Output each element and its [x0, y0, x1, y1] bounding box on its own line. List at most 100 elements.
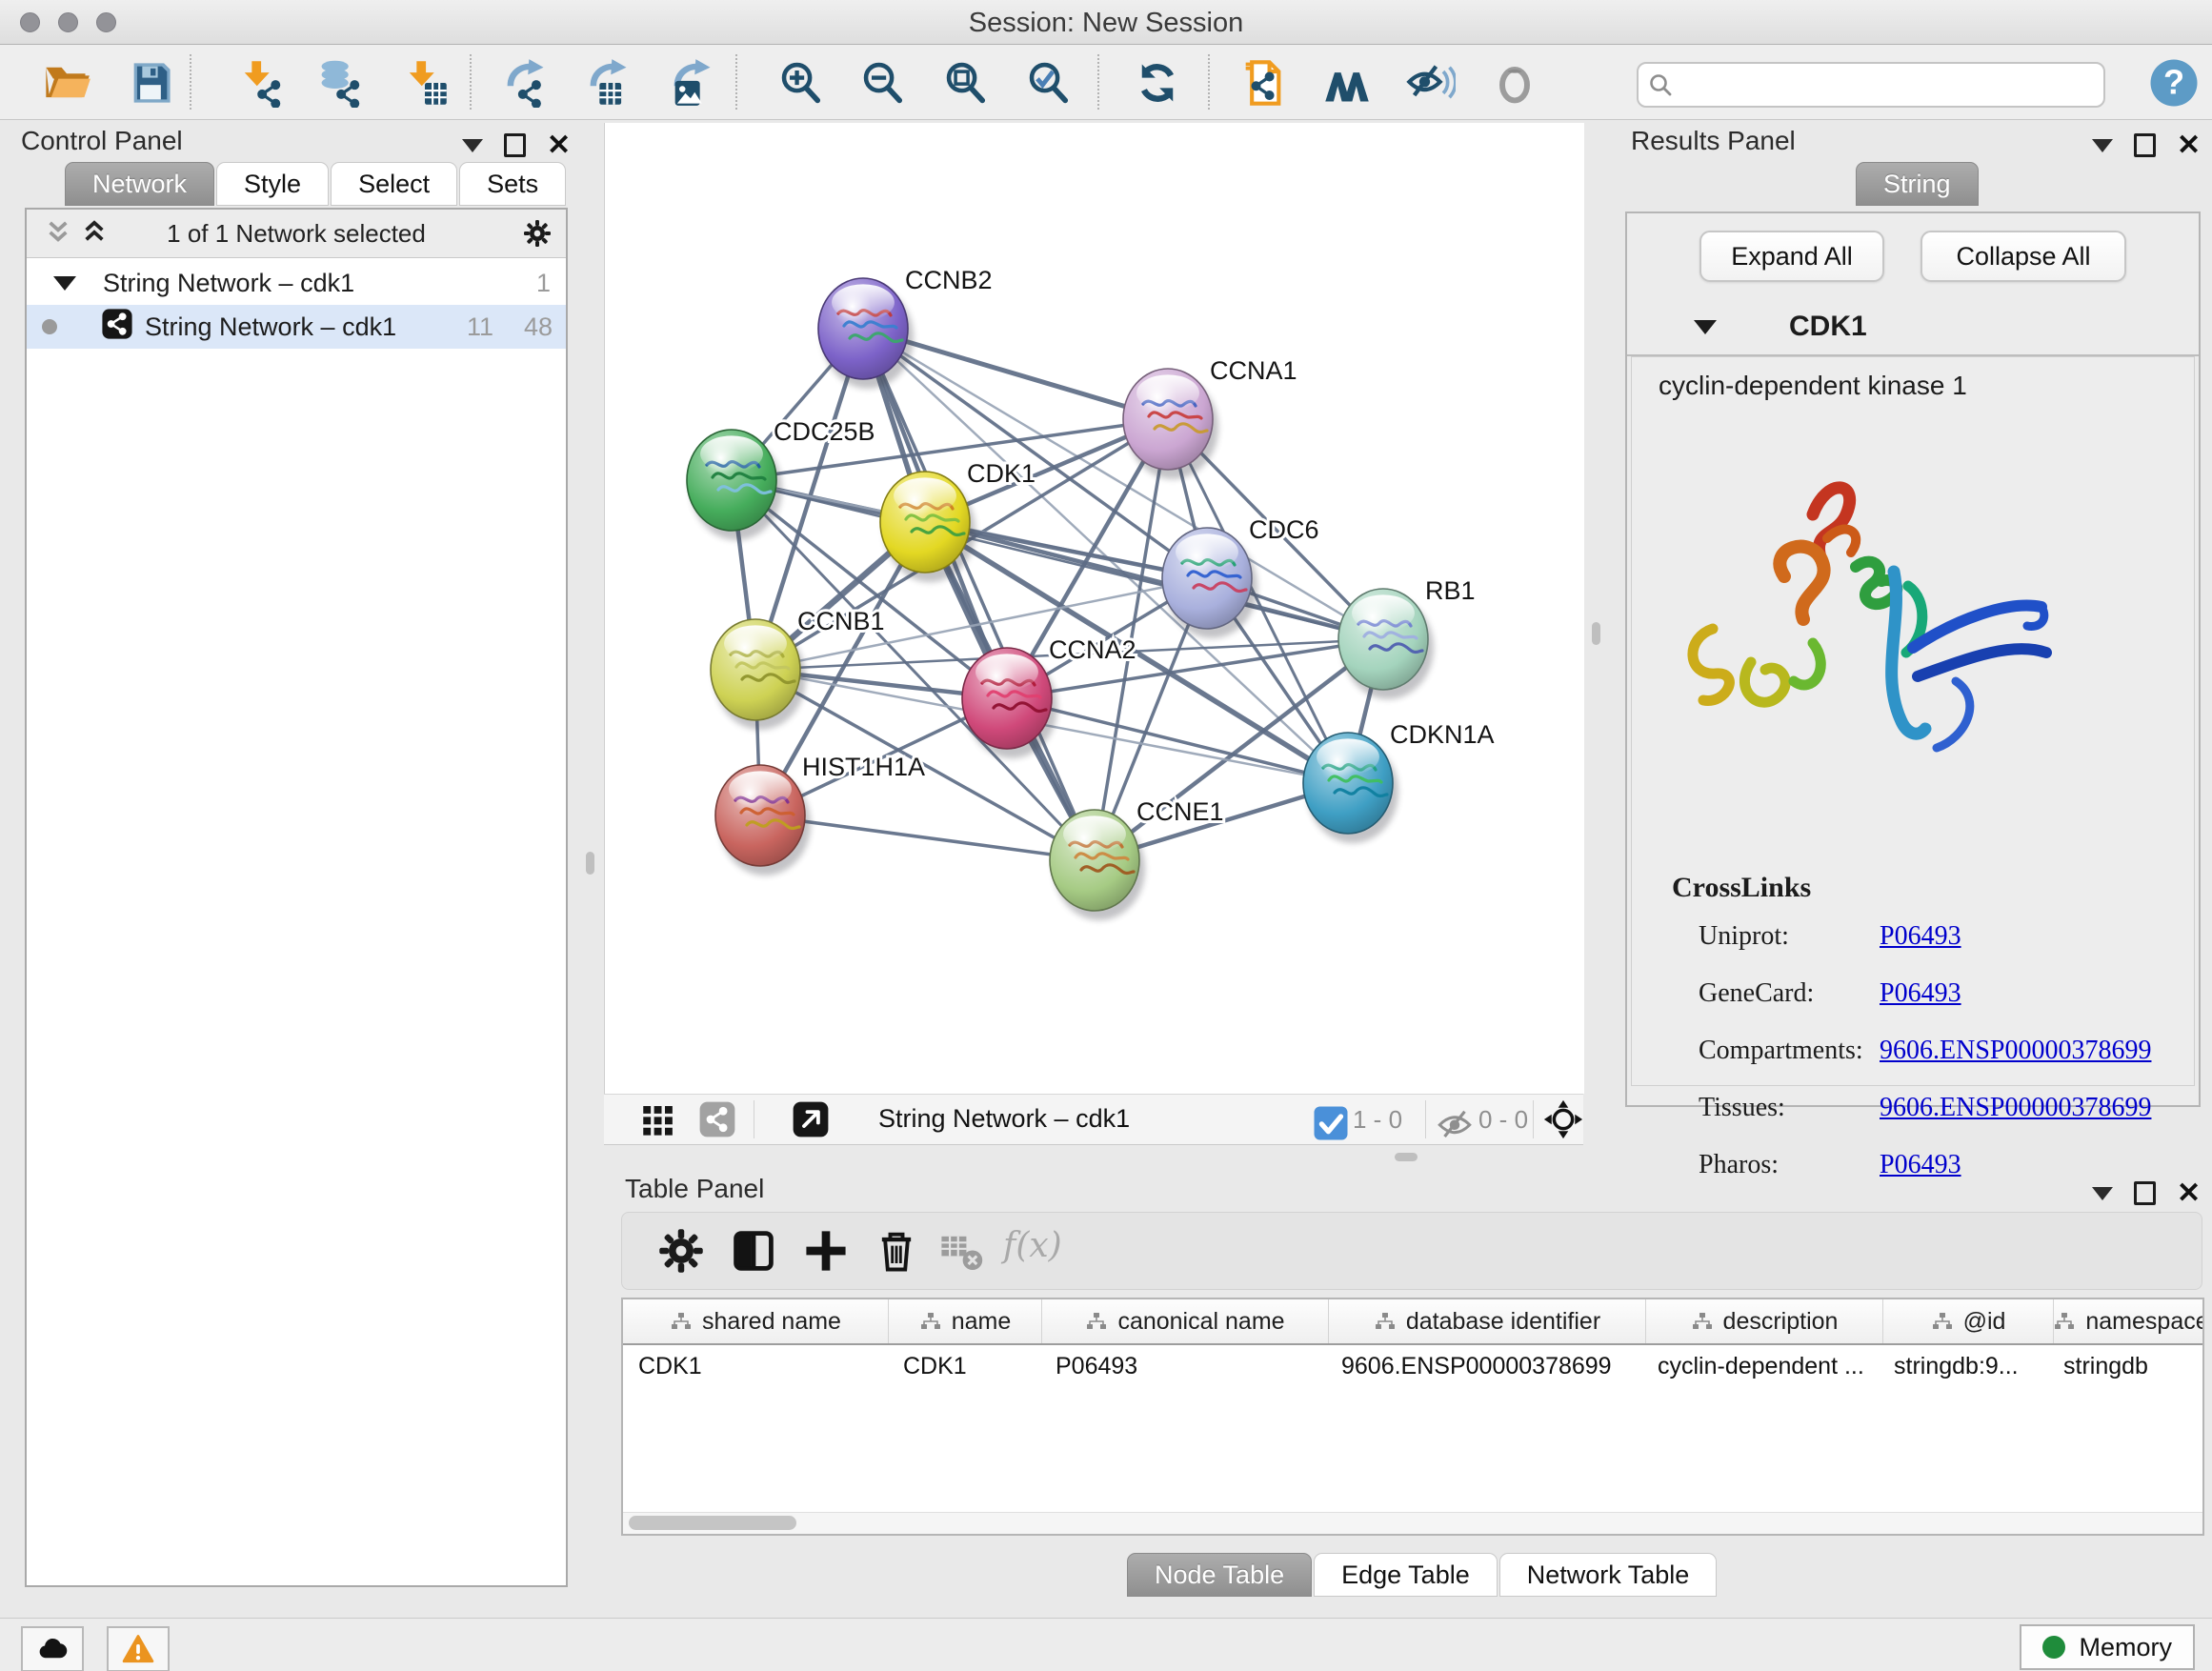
graph-node-RB1[interactable]: RB1	[1338, 576, 1476, 699]
zoom-out-button[interactable]	[857, 56, 911, 110]
column-header-database-identifier[interactable]: database identifier	[1329, 1299, 1646, 1343]
panel-close-icon[interactable]: ✕	[2177, 136, 2201, 155]
share-network-icon[interactable]	[697, 1099, 739, 1141]
crosslink-value-link[interactable]: P06493	[1880, 978, 1961, 1009]
import-database-button[interactable]	[312, 56, 366, 110]
column-header-namespace[interactable]: namespace	[2054, 1299, 2204, 1343]
delete-column-button[interactable]	[872, 1226, 921, 1276]
expand-all-button[interactable]: Expand All	[1699, 231, 1884, 282]
hide-selected-button[interactable]	[1404, 56, 1458, 110]
column-header-name[interactable]: name	[889, 1299, 1042, 1343]
graph-node-CCNB1[interactable]: CCNB1	[711, 607, 885, 730]
crosslink-value-link[interactable]: P06493	[1880, 921, 1961, 952]
graph-node-CDC6[interactable]: CDC6	[1162, 515, 1319, 638]
crosslink-value-link[interactable]: 9606.ENSP00000378699	[1880, 1093, 2151, 1123]
tab-string[interactable]: String	[1856, 162, 1979, 206]
birdseye-grid-icon[interactable]	[638, 1099, 680, 1141]
zoom-selected-button[interactable]	[1023, 56, 1076, 110]
zoom-fit-button[interactable]	[940, 56, 994, 110]
open-folder-button[interactable]	[40, 56, 93, 110]
panel-close-icon[interactable]: ✕	[2177, 1184, 2201, 1203]
network-canvas[interactable]: CCNB2CCNA1CDC25BCDK1CDC6RB1CCNB1CCNA2CDK…	[604, 123, 1584, 1094]
horizontal-splitter-handle[interactable]	[1395, 1153, 1418, 1161]
column-header--id[interactable]: @id	[1883, 1299, 2054, 1343]
selected-checkbox-icon[interactable]	[1311, 1103, 1345, 1137]
network-graph[interactable]: CCNB2CCNA1CDC25BCDK1CDC6RB1CCNB1CCNA2CDK…	[605, 123, 1584, 1094]
search-field[interactable]	[1637, 62, 2105, 108]
export-network-button[interactable]	[498, 56, 552, 110]
graph-node-CCNA2[interactable]: CCNA2	[962, 635, 1136, 758]
tab-sets[interactable]: Sets	[459, 162, 566, 206]
protein-section-header[interactable]: CDK1	[1627, 299, 2199, 356]
network-collection-row[interactable]: String Network – cdk1 1	[27, 261, 566, 305]
table-settings-gear-button[interactable]	[656, 1226, 706, 1276]
export-table-button[interactable]	[581, 56, 634, 110]
graph-node-HIST1H1A[interactable]: HIST1H1A	[715, 753, 925, 876]
tab-style[interactable]: Style	[216, 162, 329, 206]
search-input[interactable]	[1680, 66, 2094, 102]
panel-float-icon[interactable]	[2134, 133, 2156, 157]
table-cell[interactable]: stringdb	[2048, 1345, 2202, 1387]
clipboard-network-button[interactable]	[1236, 56, 1289, 110]
graph-node-CCNB2[interactable]: CCNB2	[818, 266, 993, 389]
save-button[interactable]	[124, 56, 177, 110]
panel-menu-icon[interactable]	[2092, 1187, 2113, 1200]
table-cell[interactable]: CDK1	[888, 1345, 1040, 1387]
column-header-description[interactable]: description	[1646, 1299, 1883, 1343]
export-image-button[interactable]	[665, 56, 718, 110]
graph-node-CDC25B[interactable]: CDC25B	[687, 417, 875, 540]
column-header-shared-name[interactable]: shared name	[623, 1299, 889, 1343]
export-network-icon	[500, 58, 550, 108]
table-cell[interactable]: CDK1	[623, 1345, 888, 1387]
panel-menu-icon[interactable]	[2092, 139, 2113, 152]
graph-node-CCNE1[interactable]: CCNE1	[1050, 797, 1224, 920]
column-header-label: namespace	[2085, 1308, 2204, 1336]
import-table-button[interactable]	[398, 56, 452, 110]
vertical-splitter-handle[interactable]	[1592, 622, 1600, 645]
refresh-button[interactable]	[1131, 56, 1184, 110]
column-header-canonical-name[interactable]: canonical name	[1042, 1299, 1329, 1343]
open-in-window-icon[interactable]	[791, 1099, 833, 1141]
network-overview-button[interactable]	[1320, 56, 1374, 110]
horizontal-scrollbar[interactable]	[623, 1512, 2202, 1534]
graph-node-CDK1[interactable]: CDK1	[880, 459, 1036, 582]
memory-button[interactable]: Memory	[2020, 1624, 2195, 1670]
hidden-eye-icon[interactable]	[1435, 1103, 1471, 1139]
section-expander-icon[interactable]	[1694, 320, 1717, 334]
tab-network-table[interactable]: Network Table	[1499, 1553, 1718, 1597]
add-column-button[interactable]	[801, 1226, 851, 1276]
help-button[interactable]: ?	[2147, 56, 2201, 110]
scrollbar-thumb[interactable]	[629, 1516, 796, 1530]
crosslink-value-link[interactable]: 9606.ENSP00000378699	[1880, 1036, 2151, 1066]
panel-float-icon[interactable]	[504, 133, 526, 157]
table-cell[interactable]: stringdb:9...	[1879, 1345, 2048, 1387]
warning-status-button[interactable]	[107, 1626, 170, 1671]
tab-network[interactable]: Network	[65, 162, 214, 206]
panel-close-icon[interactable]: ✕	[547, 136, 571, 155]
open-folder-icon	[42, 58, 91, 108]
tab-select[interactable]: Select	[331, 162, 457, 206]
show-all-button[interactable]	[1488, 56, 1541, 110]
table-cell[interactable]: 9606.ENSP00000378699	[1326, 1345, 1642, 1387]
vertical-splitter-handle[interactable]	[586, 852, 594, 875]
tab-edge-table[interactable]: Edge Table	[1314, 1553, 1498, 1597]
network-row[interactable]: String Network – cdk1 11 48	[27, 305, 566, 349]
crosslink-value-link[interactable]: P06493	[1880, 1150, 1961, 1180]
graph-node-CDKN1A[interactable]: CDKN1A	[1303, 720, 1495, 843]
fit-selected-crosshair-icon[interactable]	[1543, 1099, 1585, 1141]
toggle-columns-button[interactable]	[729, 1226, 778, 1276]
table-row[interactable]: CDK1CDK1P064939606.ENSP00000378699cyclin…	[623, 1345, 2202, 1387]
panel-menu-icon[interactable]	[462, 139, 483, 152]
tab-node-table[interactable]: Node Table	[1127, 1553, 1312, 1597]
tree-expander-icon[interactable]	[53, 276, 76, 291]
import-network-button[interactable]	[233, 56, 287, 110]
network-options-gear-icon[interactable]	[522, 218, 553, 253]
function-builder-button[interactable]: f(x)	[1003, 1226, 1062, 1265]
table-cell[interactable]: P06493	[1040, 1345, 1326, 1387]
cloud-status-button[interactable]	[21, 1626, 84, 1671]
collapse-all-button[interactable]: Collapse All	[1920, 231, 2126, 282]
panel-float-icon[interactable]	[2134, 1181, 2156, 1205]
refresh-icon	[1133, 58, 1182, 108]
zoom-in-button[interactable]	[775, 56, 829, 110]
table-cell[interactable]: cyclin-dependent ...	[1642, 1345, 1879, 1387]
